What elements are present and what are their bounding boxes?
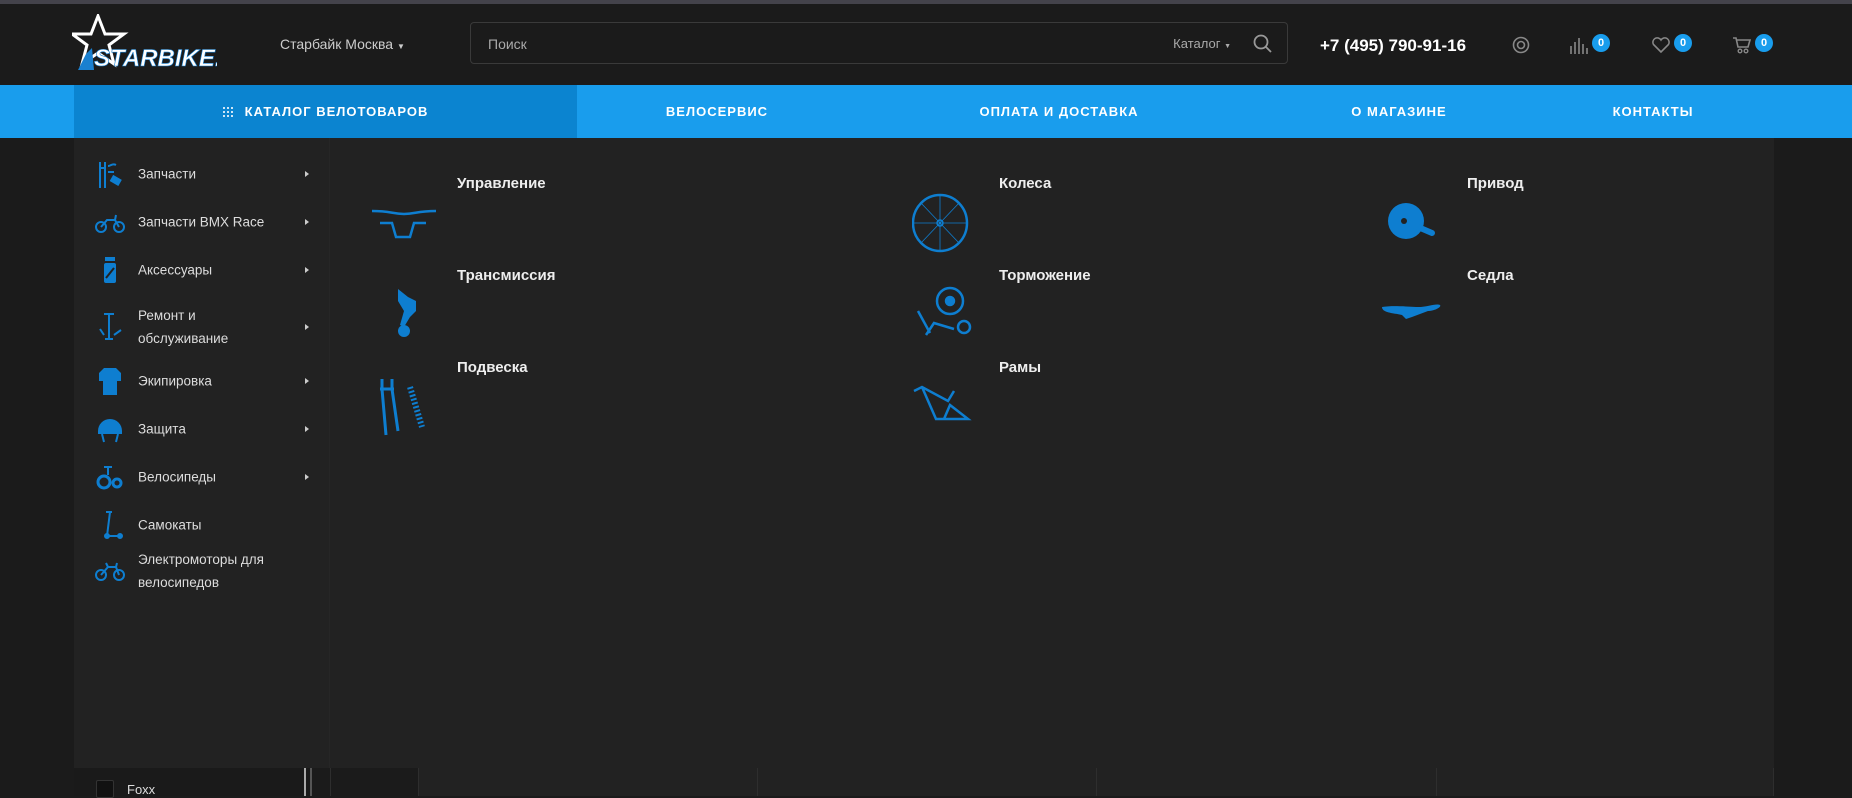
filter-sidebar: Foxx [74,768,304,798]
saddle-icon [1382,304,1441,319]
product-card [1436,768,1774,796]
crankset-icon [1388,203,1435,239]
subcategory-drivetrain[interactable]: Привод [1380,175,1780,255]
helmet-icon [98,419,122,443]
menu-item-protection[interactable]: Защита [74,407,330,451]
product-card [418,768,757,796]
menu-item-accessories[interactable]: Аксессуары [74,248,330,292]
category-menu: Запчасти Запчасти BMX Race Аксессуары Ре… [74,138,330,768]
wheel-icon [912,193,969,253]
menu-item-equipment[interactable]: Экипировка [74,359,330,403]
ebike-icon [95,562,125,581]
menu-item-parts[interactable]: Запчасти [74,152,330,196]
search-input[interactable]: Поиск [488,36,527,52]
bottle-icon [104,257,116,283]
grid-icon [222,106,233,117]
subcategory-transmission[interactable]: Трансмиссия [370,267,770,347]
favorites-badge: 0 [1674,34,1692,52]
filter-checkbox[interactable] [96,780,114,798]
nav-about[interactable]: О МАГАЗИНЕ [1351,85,1446,138]
user-icon[interactable] [1512,36,1530,54]
cart-icon[interactable] [1732,36,1752,54]
subcategory-wheels[interactable]: Колеса [912,175,1312,255]
subcategory-suspension[interactable]: Подвеска [370,359,770,439]
nav-catalog[interactable]: КАТАЛОГ ВЕЛОТОВАРОВ [74,85,577,138]
fork-parts-icon [99,162,122,188]
nav-contacts[interactable]: КОНТАКТЫ [1613,85,1694,138]
menu-item-bmx[interactable]: Запчасти BMX Race [74,200,330,244]
caret-down-icon: ▼ [1224,43,1231,50]
suspension-icon [380,379,425,436]
cart-badge: 0 [1755,34,1773,52]
page-content-behind: Foxx [0,768,1852,798]
chevron-right-icon [305,171,309,177]
derailleur-icon [398,289,416,337]
caret-down-icon: ▼ [396,42,405,51]
phone-number[interactable]: +7 (495) 790-91-16 [1320,36,1466,56]
scrollbar[interactable] [304,768,312,796]
search-icon[interactable] [1253,34,1273,54]
chevron-right-icon [305,474,309,480]
chevron-right-icon [305,267,309,273]
subcategory-brakes[interactable]: Торможение [912,267,1312,347]
menu-item-repair[interactable]: Ремонт и обслуживание [74,302,330,352]
subcategory-frames[interactable]: Рамы [912,359,1312,439]
menu-item-bicycles[interactable]: Велосипеды [74,455,330,499]
compare-badge: 0 [1592,34,1610,52]
catalog-dropdown: Запчасти Запчасти BMX Race Аксессуары Ре… [74,138,1774,768]
jersey-icon [99,368,121,395]
nav-service[interactable]: ВЕЛОСЕРВИС [666,85,768,138]
pump-icon [99,313,122,340]
search-scope-dropdown[interactable]: Каталог ▼ [1173,36,1231,51]
scooter-icon [104,511,123,539]
product-card [1096,768,1436,796]
brake-icon [916,286,972,336]
menu-item-scooters[interactable]: Самокаты [74,503,330,547]
subcategory-saddles[interactable]: Седла [1380,267,1780,347]
filter-brand-label: Foxx [127,782,156,797]
search-box[interactable]: Поиск Каталог ▼ [470,22,1288,64]
svg-text:STARBIKE.RU: STARBIKE.RU [94,45,217,72]
subcategory-handlebars[interactable]: Управление [370,175,770,255]
frame-icon [913,385,972,421]
chevron-right-icon [305,378,309,384]
chevron-right-icon [305,219,309,225]
bmx-icon [95,214,125,233]
main-nav: КАТАЛОГ ВЕЛОТОВАРОВ ВЕЛОСЕРВИС ОПЛАТА И … [0,85,1852,138]
heart-icon[interactable] [1651,36,1671,54]
chevron-right-icon [305,426,309,432]
menu-item-ebike-motors[interactable]: Электромоторы для велосипедов [74,546,330,596]
handlebar-icon [371,209,437,239]
chevron-right-icon [305,324,309,330]
city-selector[interactable]: Старбайк Москва ▼ [280,36,405,52]
kids-bike-icon [96,466,123,490]
starbike-logo[interactable]: STARBIKE.RU [72,14,217,76]
product-card [757,768,1096,796]
nav-payment-delivery[interactable]: ОПЛАТА И ДОСТАВКА [979,85,1138,138]
compare-icon[interactable] [1569,36,1589,54]
header: STARBIKE.RU Старбайк Москва ▼ Поиск Ката… [0,4,1852,85]
